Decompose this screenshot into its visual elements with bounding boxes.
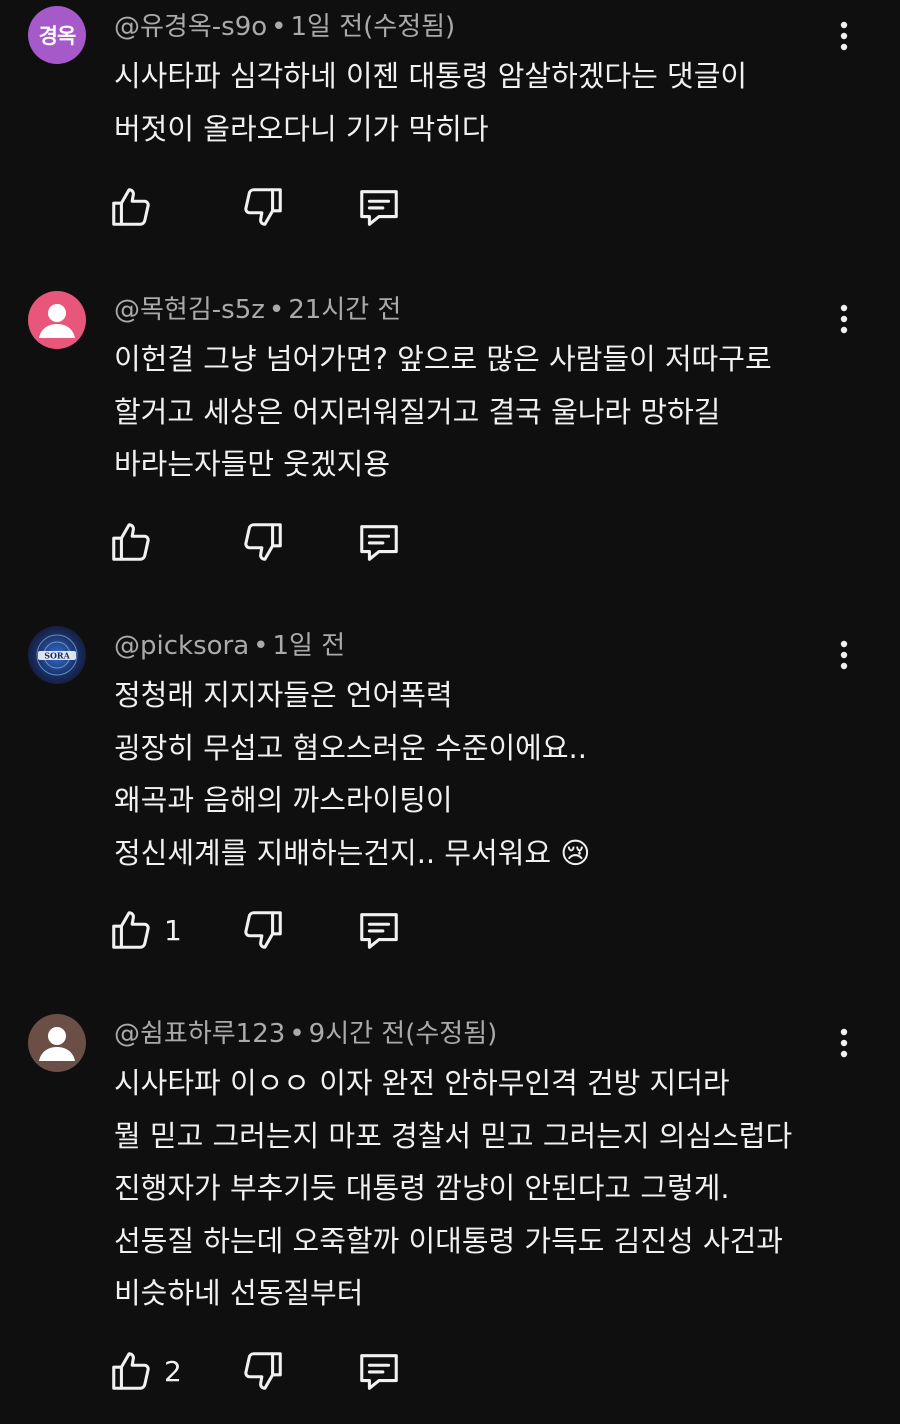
reply-button[interactable]: [356, 184, 402, 230]
author-name[interactable]: @목현김-s5z: [114, 295, 265, 325]
avatar[interactable]: [28, 1014, 86, 1072]
like-button[interactable]: [108, 519, 164, 565]
thumb-down-icon: [244, 523, 282, 561]
like-count: 1: [164, 913, 182, 947]
author-name[interactable]: @쉼표하루123: [114, 1019, 285, 1049]
comment: 경옥 @유경옥-s9o • 1일 전(수정됨) 시사타파 심각하네 이젠 대통령 암…: [0, 0, 900, 270]
avatar-initials: 경옥: [38, 24, 77, 48]
comment-time[interactable]: 9시간 전(수정됨): [309, 1019, 498, 1049]
comment-line: 왜곡과 음해의 까스라이팅이: [114, 783, 453, 817]
avatar[interactable]: 경옥: [28, 6, 86, 64]
avatar-logo-text: SORA: [44, 651, 70, 661]
comment-text: 정청래 지지자들은 언어폭력 굉장히 무섭고 혐오스러운 수준이에요.. 왜곡과…: [114, 669, 854, 879]
reply-comment-icon: [360, 525, 398, 561]
dislike-button[interactable]: [240, 1348, 286, 1394]
more-vert-icon: [840, 21, 848, 51]
comment-line: 뭘 믿고 그러는지 마포 경찰서 믿고 그러는지 의심스럽다: [114, 1118, 793, 1153]
comment-line: 선동질 하는데 오죽할까 이대통령 가득도 김진성 사건과: [114, 1223, 783, 1258]
reply-comment-icon: [360, 913, 398, 949]
comment-line: 시사타파 심각하네 이젠 대통령 암살하겠다는 댓글이: [114, 59, 748, 93]
dislike-button[interactable]: [240, 907, 286, 953]
dislike-button[interactable]: [240, 184, 286, 230]
comment-line: 굉장히 무섭고 혐오스러운 수준이에요..: [114, 730, 587, 765]
comment-line: 진행자가 부추기듯 대통령 깜냥이 안된다고 그렇게.: [114, 1171, 730, 1205]
comment-time[interactable]: 21시간 전: [288, 295, 401, 325]
comment-text: 이헌걸 그냥 넘어가면? 앞으로 많은 사람들이 저따구로 할거고 세상은 어지…: [114, 333, 854, 491]
thumb-up-icon: [112, 1352, 150, 1390]
thumb-up-icon: [112, 911, 150, 949]
thumb-down-icon: [244, 1352, 282, 1390]
comment: @쉼표하루123 • 9시간 전(수정됨) 시사타파 이ㅇㅇ 이자 완전 안하무인격…: [0, 1007, 900, 1424]
comment-line: 바라는자들만 웃겠지용: [114, 447, 391, 481]
author-name[interactable]: @picksora: [114, 631, 249, 661]
sora-logo-icon: SORA: [36, 634, 78, 676]
avatar[interactable]: [28, 291, 86, 349]
default-avatar-icon: [39, 1027, 75, 1061]
comment-line: 정신세계를 지배하는건지.. 무서워요 😢: [114, 835, 591, 870]
comment: SORA @picksora • 1일 전 정청래 지지자들은 언어폭력 굉장히 무…: [0, 619, 900, 989]
like-button[interactable]: [108, 184, 164, 230]
comment: @목현김-s5z • 21시간 전 이헌걸 그냥 넘어가면? 앞으로 많은 사람들이…: [0, 283, 900, 603]
comment-actions: [108, 184, 428, 230]
reply-button[interactable]: [356, 907, 402, 953]
dislike-button[interactable]: [240, 519, 286, 565]
comment-meta: @유경옥-s9o • 1일 전(수정됨): [114, 12, 456, 42]
comment-actions: 2: [108, 1348, 428, 1394]
comment-line: 시사타파 이ㅇㅇ 이자 완전 안하무인격 건방 지더라: [114, 1066, 730, 1100]
thumb-up-icon: [112, 523, 150, 561]
comment-meta: @picksora • 1일 전: [114, 631, 346, 661]
comment-actions: 1: [108, 907, 428, 953]
like-count: 2: [164, 1354, 182, 1388]
comment-line: 정청래 지지자들은 언어폭력: [114, 678, 453, 712]
comment-text: 시사타파 이ㅇㅇ 이자 완전 안하무인격 건방 지더라 뭘 믿고 그러는지 마포…: [114, 1057, 854, 1320]
comment-time[interactable]: 1일 전(수정됨): [290, 12, 455, 42]
comment-meta: @목현김-s5z • 21시간 전: [114, 295, 402, 325]
like-button[interactable]: 2: [108, 1348, 182, 1394]
comment-line: 할거고 세상은 어지러워질거고 결국 울나라 망하길: [114, 394, 721, 429]
reply-comment-icon: [360, 1354, 398, 1390]
more-vert-icon: [840, 640, 848, 670]
default-avatar-icon: [39, 304, 75, 338]
thumb-down-icon: [244, 911, 282, 949]
comment-time[interactable]: 1일 전: [273, 631, 346, 661]
avatar[interactable]: SORA: [28, 626, 86, 684]
reply-button[interactable]: [356, 519, 402, 565]
thumb-down-icon: [244, 188, 282, 226]
comment-text: 시사타파 심각하네 이젠 대통령 암살하겠다는 댓글이 버젓이 올라오다니 기가…: [114, 50, 854, 155]
comment-line: 이헌걸 그냥 넘어가면? 앞으로 많은 사람들이 저따구로: [114, 342, 772, 376]
more-vert-icon: [840, 304, 848, 334]
comment-actions: [108, 519, 428, 565]
reply-comment-icon: [360, 190, 398, 226]
reply-button[interactable]: [356, 1348, 402, 1394]
like-button[interactable]: 1: [108, 907, 182, 953]
comment-meta: @쉼표하루123 • 9시간 전(수정됨): [114, 1019, 498, 1049]
comment-line: 버젓이 올라오다니 기가 막히다: [114, 111, 489, 146]
author-name[interactable]: @유경옥-s9o: [114, 12, 267, 42]
more-vert-icon: [840, 1028, 848, 1058]
comment-line: 비슷하네 선동질부터: [114, 1276, 364, 1310]
thumb-up-icon: [112, 188, 150, 226]
